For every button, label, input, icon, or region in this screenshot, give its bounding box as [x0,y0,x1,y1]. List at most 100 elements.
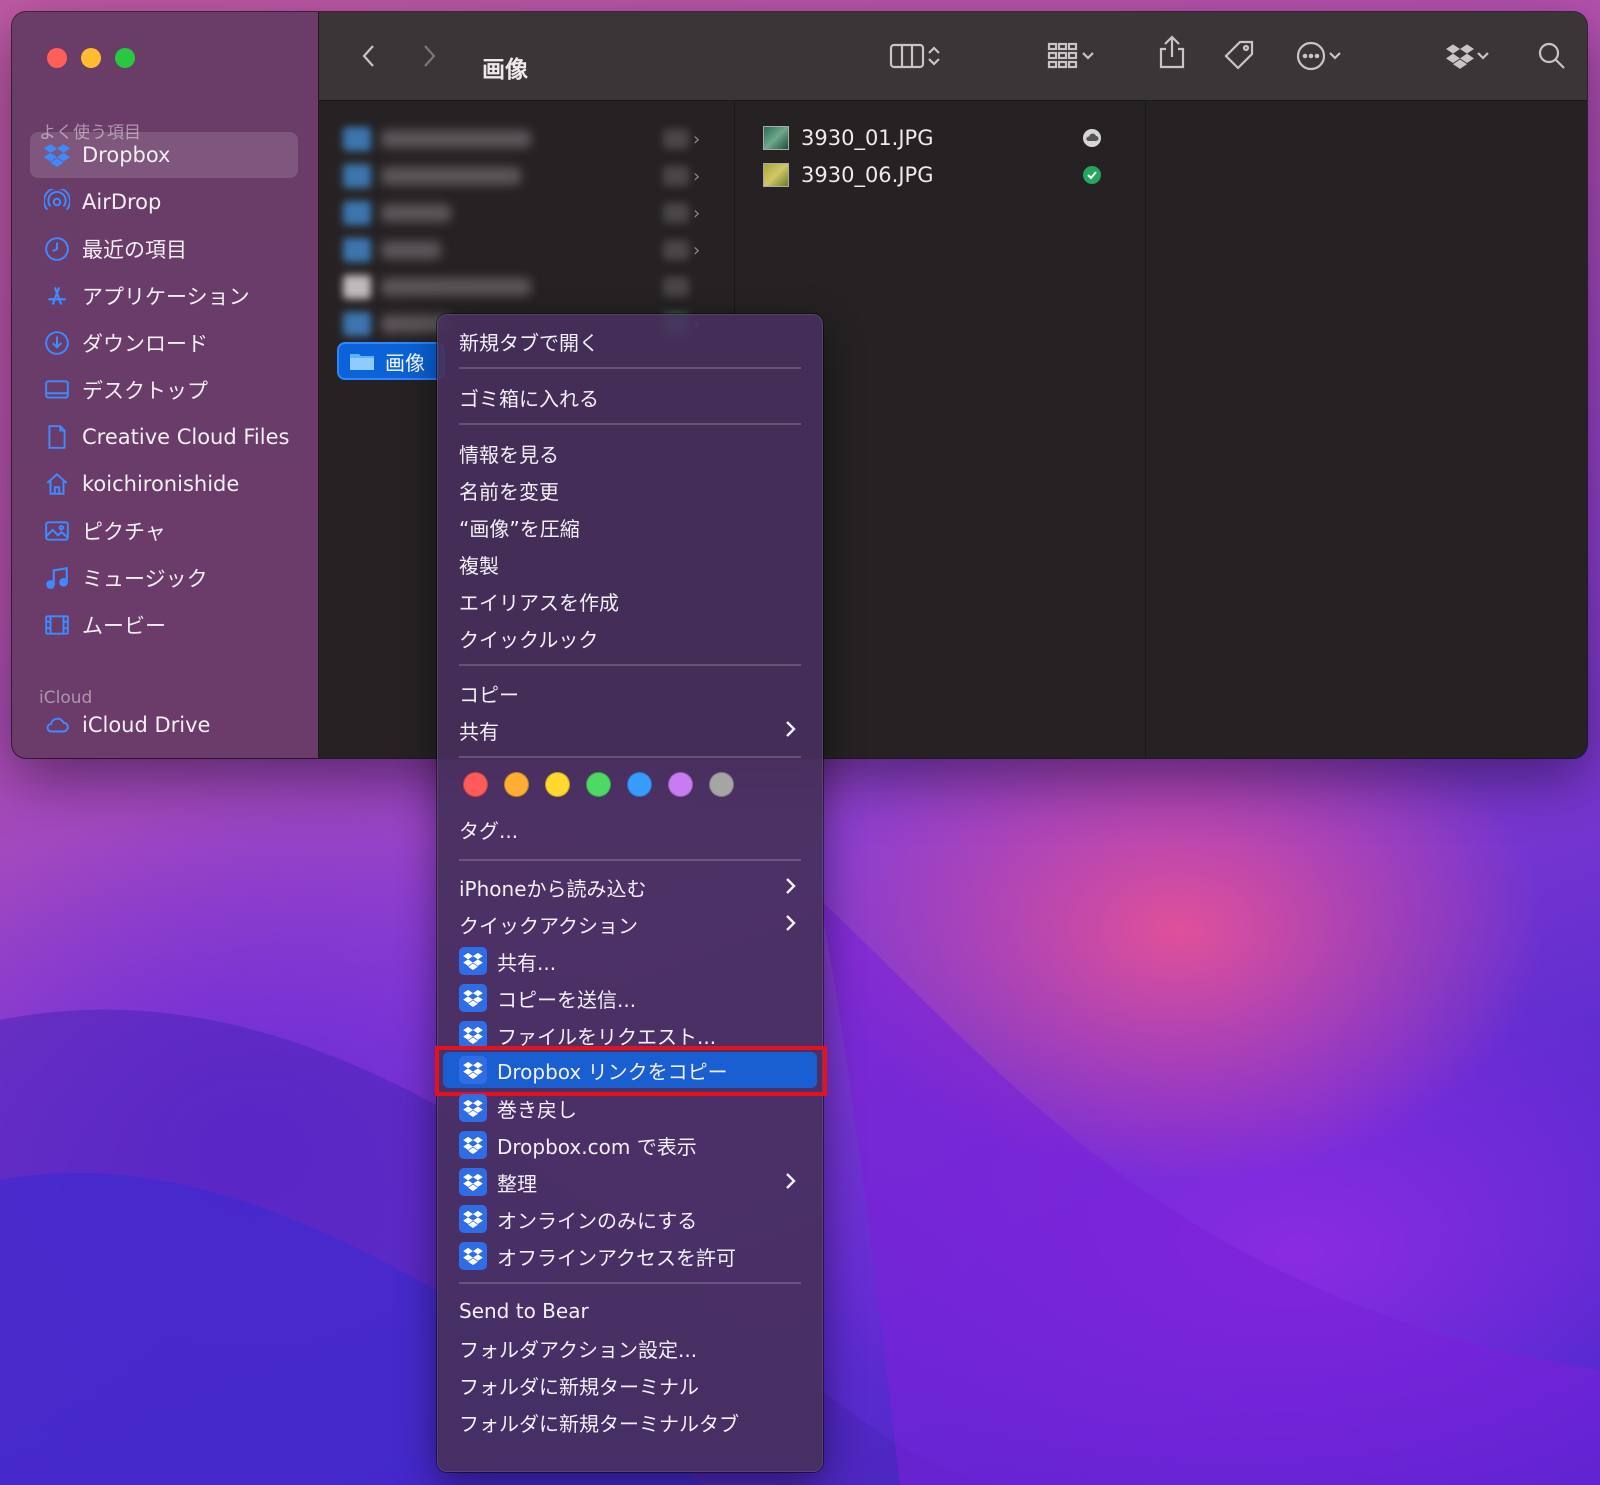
tag-blue-button[interactable] [627,772,652,797]
sidebar-item-label: koichironishide [82,472,240,496]
menu-item-import-from-iphone[interactable]: iPhoneから読み込む [459,870,801,904]
file-row[interactable]: 3930_01.JPG [763,121,933,155]
search-icon [1538,42,1565,69]
forward-button[interactable] [420,40,438,72]
dropbox-icon [459,984,487,1012]
synced-check-icon [1083,166,1101,184]
menu-item-share[interactable]: 共有 [459,713,801,747]
tag-green-button[interactable] [586,772,611,797]
sidebar-item-desktop[interactable]: デスクトップ [30,367,298,413]
context-menu: 新規タブで開く ゴミ箱に入れる 情報を見る 名前を変更 “画像”を圧縮 複製 エ… [435,314,827,1472]
menu-item-new-terminal-tab[interactable]: フォルダに新規ターミナルタブ [459,1405,801,1439]
dropbox-icon [459,1242,487,1270]
list-item[interactable]: › [343,126,700,152]
menu-item-open-new-tab[interactable]: 新規タブで開く [459,324,801,358]
menu-item-move-to-trash[interactable]: ゴミ箱に入れる [459,380,801,414]
dropbox-icon [459,1021,487,1049]
apps-icon [44,283,70,309]
sidebar-item-label: アプリケーション [82,285,250,309]
sidebar-item-dropbox[interactable]: Dropbox [30,132,298,178]
menu-separator [459,367,801,369]
menu-item-copy[interactable]: コピー [459,676,801,710]
menu-item-make-alias[interactable]: エイリアスを作成 [459,584,801,618]
menu-item-quick-actions[interactable]: クイックアクション [459,907,801,941]
chevron-right-icon [424,45,436,67]
dropbox-menu-button[interactable] [1445,40,1491,72]
menu-item-quick-look[interactable]: クイックルック [459,621,801,655]
grid-icon [1047,42,1078,69]
file-row[interactable]: 3930_06.JPG [763,158,933,192]
clock-icon [44,236,70,262]
file-name: 3930_06.JPG [801,163,934,187]
sidebar-item-label: Dropbox [82,143,171,167]
tag-orange-button[interactable] [504,772,529,797]
menu-item-send-to-bear[interactable]: Send to Bear [459,1294,801,1328]
chevron-down-icon [1329,52,1341,60]
film-icon [44,612,70,638]
tag-red-button[interactable] [463,772,488,797]
back-button[interactable] [360,40,378,72]
chevron-right-icon [783,718,797,745]
menu-item-dropbox-view-web[interactable]: Dropbox.com で表示 [459,1128,801,1162]
dropbox-icon [459,1205,487,1233]
tag-yellow-button[interactable] [545,772,570,797]
menu-item-rename[interactable]: 名前を変更 [459,473,801,507]
list-item[interactable]: › [343,311,700,337]
sidebar-item-applications[interactable]: アプリケーション [30,273,298,319]
menu-item-dropbox-rewind[interactable]: 巻き戻し [459,1091,801,1125]
sidebar: よく使う項目 Dropbox AirDrop 最近の項目 アプリケーション ダウ… [12,12,319,758]
tag-icon [1224,40,1254,70]
dropbox-icon [459,947,487,975]
menu-item-dropbox-offline[interactable]: オフラインアクセスを許可 [459,1239,801,1273]
cloud-icon [44,712,70,738]
tag-button[interactable] [1222,40,1258,72]
sidebar-item-label: デスクトップ [82,379,208,403]
menu-item-dropbox-organize[interactable]: 整理 [459,1165,801,1199]
search-button[interactable] [1537,40,1567,72]
sidebar-item-recents[interactable]: 最近の項目 [30,226,298,272]
group-button[interactable] [1046,40,1096,72]
list-item[interactable]: › [343,200,700,226]
menu-item-dropbox-send-copy[interactable]: コピーを送信... [459,981,801,1015]
tag-gray-button[interactable] [709,772,734,797]
minimize-button[interactable] [81,48,101,68]
menu-item-tags[interactable]: タグ... [459,812,801,846]
menu-item-duplicate[interactable]: 複製 [459,547,801,581]
sidebar-item-music[interactable]: ミュージック [30,555,298,601]
more-actions-button[interactable] [1295,40,1343,72]
selected-folder-row[interactable]: 画像 [339,344,443,378]
sidebar-item-home[interactable]: koichironishide [30,461,298,507]
sidebar-item-pictures[interactable]: ピクチャ [30,508,298,554]
image-thumbnail-icon [763,126,789,150]
menu-separator [459,756,801,758]
sidebar-item-label: ミュージック [82,567,208,591]
sidebar-item-label: Creative Cloud Files [82,425,290,449]
menu-item-dropbox-online-only[interactable]: オンラインのみにする [459,1202,801,1236]
download-icon [44,330,70,356]
view-mode-button[interactable] [889,40,943,72]
zoom-button[interactable] [115,48,135,68]
menu-item-dropbox-share[interactable]: 共有... [459,944,801,978]
list-item[interactable]: › [343,163,700,189]
sidebar-item-label: ムービー [82,614,166,638]
list-item[interactable]: › [343,237,700,263]
chevron-right-icon [783,875,797,902]
dropbox-icon [459,1131,487,1159]
sidebar-item-downloads[interactable]: ダウンロード [30,320,298,366]
list-item[interactable] [343,274,689,300]
sidebar-item-icloud-drive[interactable]: iCloud Drive [30,702,298,748]
menu-item-new-terminal[interactable]: フォルダに新規ターミナル [459,1368,801,1402]
dropbox-icon [44,142,70,168]
menu-item-folder-actions[interactable]: フォルダアクション設定... [459,1331,801,1365]
cloud-status-icon [1083,129,1101,147]
menu-item-compress[interactable]: “画像”を圧縮 [459,510,801,544]
window-title: 画像 [482,57,528,83]
share-button[interactable] [1157,35,1187,69]
sidebar-item-airdrop[interactable]: AirDrop [30,179,298,225]
tag-color-row [463,772,734,797]
sidebar-item-creative-cloud[interactable]: Creative Cloud Files [30,414,298,460]
close-button[interactable] [47,48,67,68]
menu-item-get-info[interactable]: 情報を見る [459,436,801,470]
sidebar-item-movies[interactable]: ムービー [30,602,298,648]
tag-purple-button[interactable] [668,772,693,797]
